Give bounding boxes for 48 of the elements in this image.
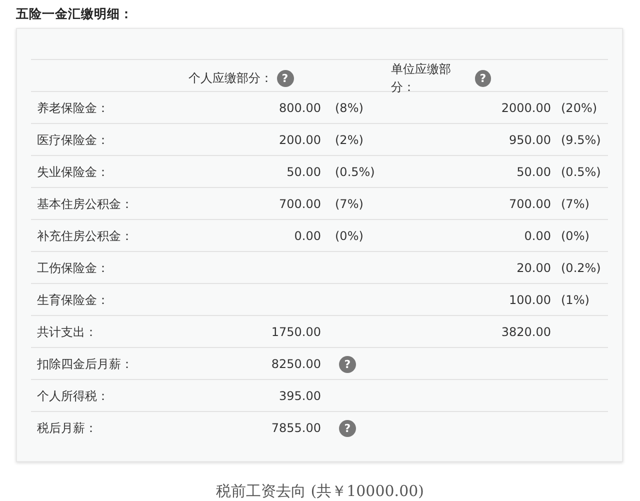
column-header: 个人应缴部分： xyxy=(188,70,272,87)
amount-value: 7855.00 xyxy=(271,420,321,434)
amount-value: 8250.00 xyxy=(271,356,321,370)
row-label: 工伤保险金： xyxy=(36,260,110,276)
rate-value: (0.5%) xyxy=(561,164,601,178)
help-icon[interactable]: ? xyxy=(339,356,356,373)
help-icon[interactable]: ? xyxy=(339,420,356,437)
row-label: 扣除四金后月薪： xyxy=(36,356,134,372)
amount-value: 50.00 xyxy=(516,164,551,178)
column-header: 单位应缴部分： xyxy=(391,61,452,96)
amount-value: 2000.00 xyxy=(501,100,551,114)
amount-value: 1750.00 xyxy=(271,324,321,338)
rate-value: (1%) xyxy=(561,292,590,306)
amount-value: 0.00 xyxy=(294,228,321,242)
amount-value: 20.00 xyxy=(516,260,551,274)
section-title: 五险一金汇缴明细： xyxy=(15,5,134,23)
amount-value: 100.00 xyxy=(509,292,551,306)
rate-value: (0.2%) xyxy=(561,260,601,274)
rate-value: (7%) xyxy=(335,196,364,210)
rate-value: (7%) xyxy=(561,196,590,210)
amount-value: 200.00 xyxy=(279,132,321,146)
row-label: 补充住房公积金： xyxy=(36,228,134,244)
amount-value: 50.00 xyxy=(286,164,321,178)
help-icon[interactable]: ? xyxy=(474,70,491,86)
rate-value: (0%) xyxy=(561,228,590,242)
row-label: 失业保险金： xyxy=(36,164,110,180)
row-label: 生育保险金： xyxy=(36,292,110,308)
amount-value: 700.00 xyxy=(279,196,321,210)
help-icon[interactable]: ? xyxy=(276,70,294,86)
row-label: 医疗保险金： xyxy=(36,132,110,148)
amount-value: 3820.00 xyxy=(501,324,551,338)
amount-value: 395.00 xyxy=(279,388,321,402)
rate-value: (2%) xyxy=(335,132,364,146)
amount-value: 800.00 xyxy=(279,100,321,114)
row-label: 基本住房公积金： xyxy=(36,196,134,212)
rate-value: (8%) xyxy=(335,100,364,114)
amount-value: 0.00 xyxy=(524,228,551,242)
rate-value: (9.5%) xyxy=(561,132,601,146)
row-label: 共计支出： xyxy=(36,324,98,340)
row-label: 税后月薪： xyxy=(36,420,98,436)
rate-value: (0.5%) xyxy=(335,164,375,178)
amount-value: 950.00 xyxy=(509,132,551,146)
rate-value: (0%) xyxy=(335,228,364,242)
row-label: 个人所得税： xyxy=(36,388,110,404)
rate-value: (20%) xyxy=(561,100,598,114)
chart-title: 税前工资去向 (共￥10000.00) xyxy=(214,481,426,501)
amount-value: 700.00 xyxy=(509,196,551,210)
row-label: 养老保险金： xyxy=(36,100,110,116)
